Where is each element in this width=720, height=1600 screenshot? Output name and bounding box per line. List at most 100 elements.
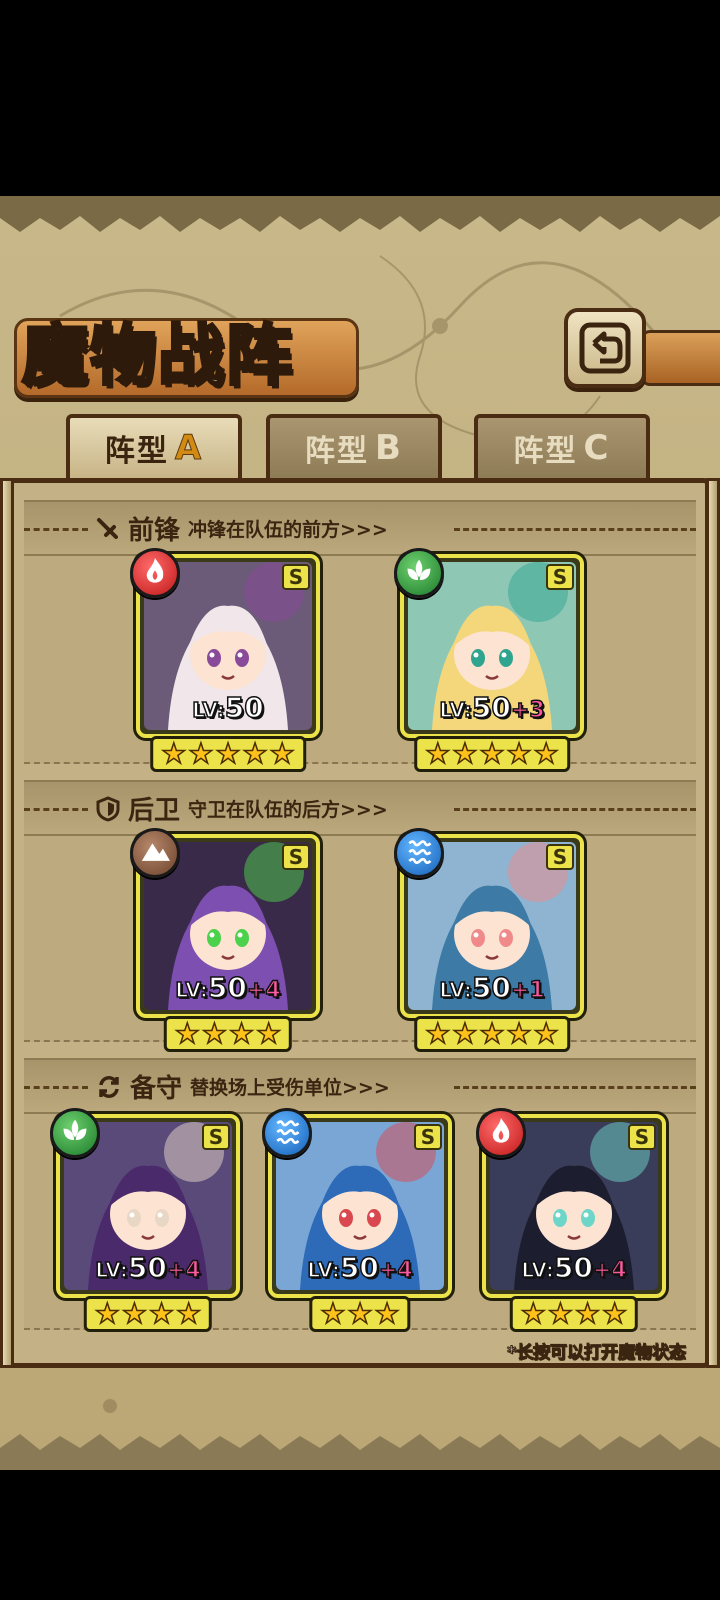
enhance-level: +4 — [592, 1257, 627, 1284]
tab-label: 阵型 — [305, 434, 370, 469]
monster-card[interactable]: S LV:50+3 ★ ★ ★ ★ ★ — [394, 548, 584, 772]
star-icon: ★ — [506, 737, 533, 770]
rank-badge: S — [282, 564, 310, 590]
fire-element-icon — [130, 548, 180, 598]
star-icon: ★ — [601, 1297, 628, 1330]
star-icon: ★ — [228, 1017, 255, 1050]
section-title: 前锋 — [128, 516, 181, 546]
star-icon: ★ — [520, 1297, 547, 1330]
nature-element-icon — [50, 1108, 100, 1158]
star-icon: ★ — [188, 737, 215, 770]
long-press-hint: *长按可以打开魔物状态 — [507, 1343, 687, 1364]
star-icon: ★ — [242, 737, 269, 770]
star-icon: ★ — [255, 1017, 282, 1050]
star-icon: ★ — [320, 1297, 347, 1330]
monster-card[interactable]: S LV:50+4 ★ ★ ★ ★ — [476, 1108, 666, 1332]
star-icon: ★ — [347, 1297, 374, 1330]
monster-card[interactable]: S LV:50+4 ★ ★ ★ ★ — [130, 828, 320, 1052]
level-value: 50 — [339, 1250, 379, 1285]
star-icon: ★ — [452, 1017, 479, 1050]
monster-card[interactable]: S LV:50 ★ ★ ★ ★ ★ — [130, 548, 320, 772]
torn-edge-top — [0, 196, 720, 232]
page-title: 魔物战阵 — [21, 315, 294, 396]
monster-card[interactable]: S LV:50+4 ★ ★ ★ ★ — [50, 1108, 240, 1332]
star-icon: ★ — [479, 737, 506, 770]
enhance-level: +3 — [510, 697, 545, 724]
level-label: LV: — [191, 697, 225, 723]
star-rating: ★ ★ ★ ★ — [163, 1016, 293, 1052]
enhance-level: +4 — [166, 1257, 201, 1284]
tab-formation-a[interactable]: 阵型 A — [66, 414, 242, 478]
level-label: LV: — [95, 1257, 129, 1283]
level-value: 50 — [553, 1250, 593, 1285]
tab-label: 阵型 — [513, 434, 578, 469]
star-rating: ★ ★ ★ ★ — [509, 1296, 639, 1332]
back-row-area — [24, 828, 696, 1042]
rank-badge: S — [202, 1124, 230, 1150]
star-icon: ★ — [269, 737, 296, 770]
monster-card[interactable]: S LV:50+4 ★ ★ ★ — [262, 1108, 452, 1332]
torn-edge-bottom — [0, 1434, 720, 1470]
return-arrow-icon — [579, 322, 631, 374]
tab-letter: C — [583, 428, 611, 468]
star-rating: ★ ★ ★ ★ ★ — [414, 736, 570, 772]
star-icon: ★ — [424, 1017, 451, 1050]
nature-element-icon — [394, 548, 444, 598]
star-icon: ★ — [479, 1017, 506, 1050]
level-value: 50 — [224, 690, 264, 725]
monster-level: LV:50+4 — [272, 1250, 448, 1285]
section-back: 后卫 守卫在队伍的后方>>> — [24, 780, 696, 836]
rank-badge: S — [414, 1124, 442, 1150]
level-label: LV: — [439, 697, 473, 723]
level-label: LV: — [307, 1257, 341, 1283]
front-row-area — [24, 548, 696, 764]
star-rating: ★ ★ ★ ★ ★ — [414, 1016, 570, 1052]
star-icon: ★ — [160, 737, 187, 770]
section-title: 后卫 — [128, 796, 181, 826]
sword-icon — [97, 517, 118, 539]
section-front: 前锋 冲锋在队伍的前方>>> — [24, 500, 696, 556]
tab-letter: A — [174, 428, 204, 469]
monster-level: LV:50+3 — [404, 690, 580, 725]
monster-card[interactable]: S LV:50+1 ★ ★ ★ ★ ★ — [394, 828, 584, 1052]
level-value: 50 — [207, 970, 247, 1005]
tab-label: 阵型 — [104, 434, 169, 469]
back-button[interactable] — [564, 308, 646, 388]
back-button-bar — [640, 330, 720, 386]
star-icon: ★ — [148, 1297, 175, 1330]
section-title: 备守 — [130, 1074, 183, 1104]
section-subtitle: 守卫在队伍的后方>>> — [188, 799, 388, 821]
rank-badge: S — [282, 844, 310, 870]
star-icon: ★ — [374, 1297, 401, 1330]
section-subtitle: 替换场上受伤单位>>> — [190, 1077, 390, 1099]
board-rail-right — [706, 478, 720, 1368]
level-value: 50 — [471, 690, 511, 725]
star-icon: ★ — [424, 737, 451, 770]
tab-formation-c[interactable]: 阵型 C — [474, 414, 650, 478]
level-label: LV: — [175, 977, 209, 1003]
star-icon: ★ — [201, 1017, 228, 1050]
star-icon: ★ — [533, 737, 560, 770]
level-label: LV: — [439, 977, 473, 1003]
star-rating: ★ ★ ★ ★ — [83, 1296, 213, 1332]
star-icon: ★ — [121, 1297, 148, 1330]
level-label: LV: — [521, 1257, 555, 1283]
tab-formation-b[interactable]: 阵型 B — [266, 414, 442, 478]
enhance-level: +1 — [510, 977, 545, 1004]
earth-element-icon — [130, 828, 180, 878]
star-icon: ★ — [452, 737, 479, 770]
star-icon: ★ — [574, 1297, 601, 1330]
game-screen: 魔物战阵 阵型 A 阵型 B 阵型 C 前锋 冲锋在队伍的前方>>> 后卫 守卫… — [0, 0, 720, 1600]
section-subtitle: 冲锋在队伍的前方>>> — [188, 519, 388, 541]
rank-badge: S — [628, 1124, 656, 1150]
star-icon: ★ — [547, 1297, 574, 1330]
water-element-icon — [262, 1108, 312, 1158]
enhance-level: +4 — [378, 1257, 413, 1284]
tab-letter: B — [375, 428, 403, 468]
star-icon: ★ — [506, 1017, 533, 1050]
star-icon: ★ — [215, 737, 242, 770]
rank-badge: S — [546, 564, 574, 590]
enhance-level: +4 — [246, 977, 281, 1004]
swap-icon — [99, 1075, 119, 1098]
monster-level: LV:50 — [140, 690, 316, 725]
